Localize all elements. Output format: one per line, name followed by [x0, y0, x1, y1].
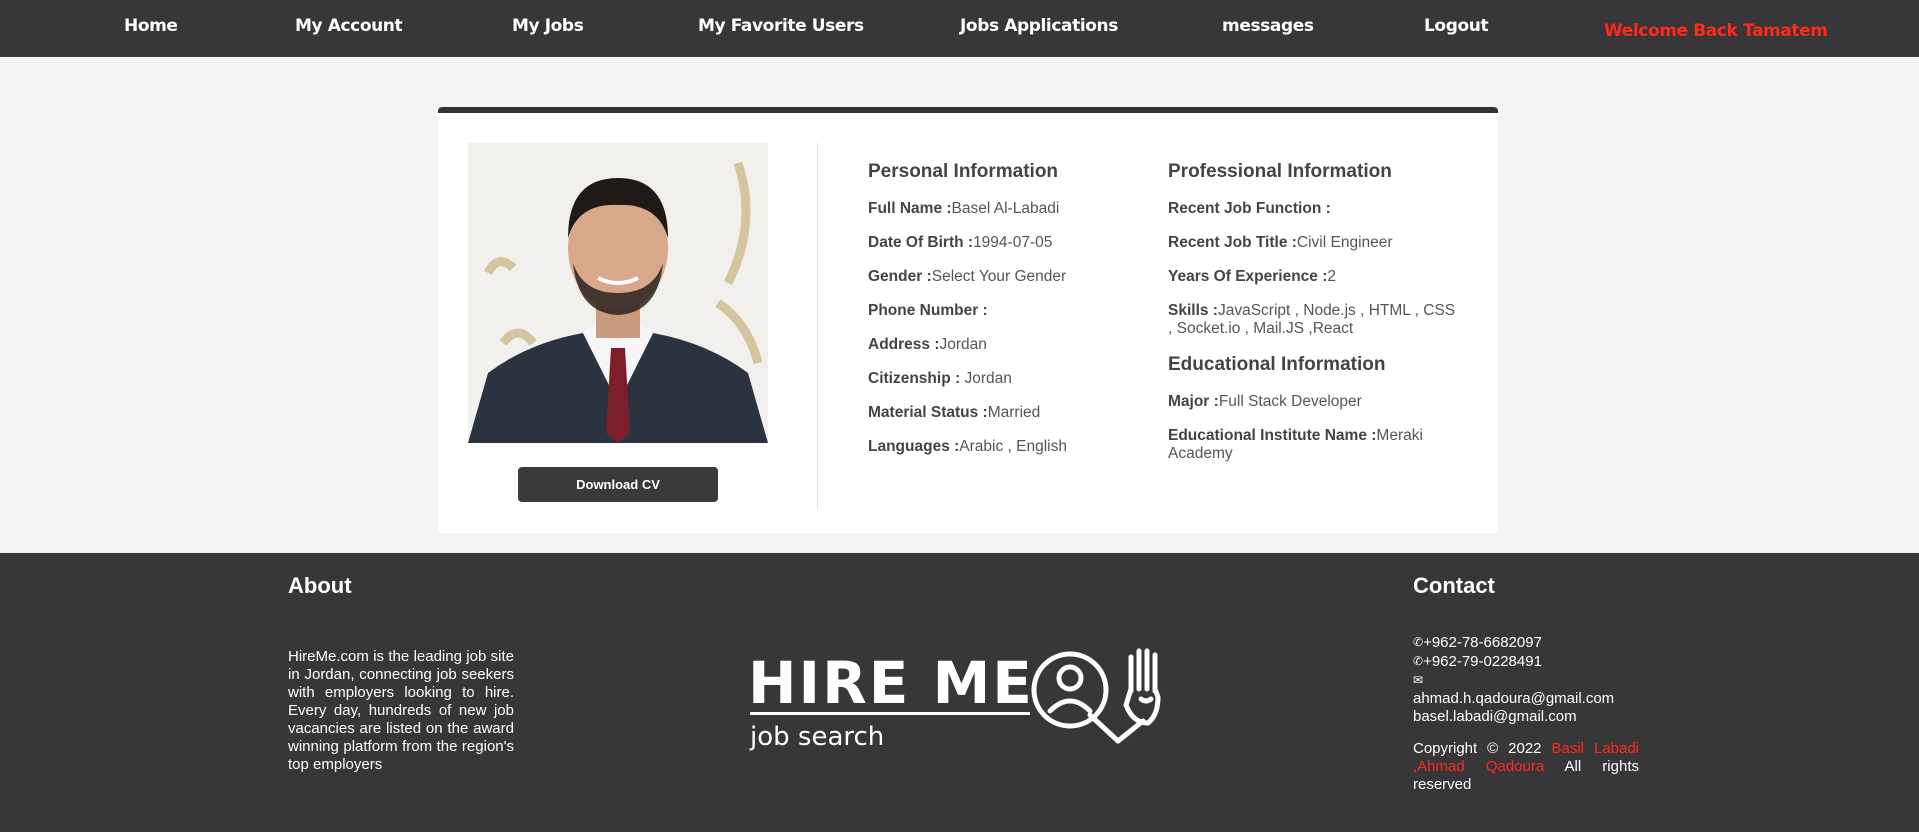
nav-my-account-link[interactable]: My Account — [295, 16, 403, 36]
envelope-icon: ✉ — [1413, 673, 1424, 687]
date-of-birth-value: 1994-07-05 — [973, 234, 1053, 251]
recent-job-function-field: Recent Job Function : — [1168, 200, 1331, 217]
skills-field: Skills :JavaScript , Node.js , HTML , CS… — [1168, 302, 1456, 337]
professional-information-title: Professional Information — [1168, 161, 1392, 182]
about-heading: About — [288, 573, 352, 598]
nav-my-jobs-link[interactable]: My Jobs — [512, 16, 584, 36]
address-field: Address :Jordan — [868, 336, 987, 353]
full-name-field: Full Name :Basel Al-Labadi — [868, 200, 1060, 217]
contact-email-2[interactable]: basel.labadi@gmail.com — [1413, 708, 1639, 726]
languages-field: Languages :Arabic , English — [868, 438, 1067, 455]
gender-field: Gender :Select Your Gender — [868, 268, 1067, 285]
years-of-experience-field: Years Of Experience :2 — [1168, 268, 1337, 285]
years-of-experience-value: 2 — [1327, 268, 1337, 285]
professional-information-section: Professional Information Recent Job Func… — [1168, 161, 1468, 479]
educational-institute-field: Educational Institute Name :Meraki Acade… — [1168, 427, 1423, 462]
copyright-text: Copyright © 2022 Basil Labadi ,Ahmad Qad… — [1413, 740, 1639, 793]
personal-information-section: Personal Information Full Name :Basel Al… — [868, 161, 1168, 472]
date-of-birth-field: Date Of Birth :1994-07-05 — [868, 234, 1053, 251]
contact-phone-1: ✆+962-78-6682097 — [1413, 634, 1542, 651]
about-text: HireMe.com is the leading job site in Jo… — [288, 648, 514, 773]
contact-details: ✆+962-78-6682097 ✆+962-79-0228491 ✉ ahma… — [1413, 633, 1639, 794]
profile-card: Download CV Personal Information Full Na… — [438, 107, 1498, 533]
contact-phone-2: ✆+962-79-0228491 — [1413, 653, 1542, 670]
logo-user-hand-icon — [1031, 648, 1161, 744]
citizenship-value: Jordan — [960, 370, 1012, 387]
major-value: Full Stack Developer — [1218, 393, 1362, 410]
profile-photo — [468, 143, 768, 443]
languages-value: Arabic , English — [959, 438, 1067, 455]
vertical-divider — [817, 143, 818, 509]
marital-status-field: Material Status :Married — [868, 404, 1041, 421]
phone-icon: ✆ — [1413, 635, 1424, 649]
phone-number-field: Phone Number : — [868, 302, 988, 319]
educational-information-title: Educational Information — [1168, 354, 1386, 375]
contact-heading: Contact — [1413, 573, 1495, 598]
major-field: Major :Full Stack Developer — [1168, 393, 1362, 410]
nav-home-link[interactable]: Home — [124, 16, 178, 36]
phone-icon: ✆ — [1413, 654, 1424, 668]
personal-information-title: Personal Information — [868, 161, 1059, 182]
recent-job-title-field: Recent Job Title :Civil Engineer — [1168, 234, 1393, 251]
address-value: Jordan — [939, 336, 987, 353]
marital-status-value: Married — [987, 404, 1041, 421]
top-navbar: Home My Account My Jobs My Favorite User… — [0, 0, 1919, 57]
logo-main-text: HIRE ME — [748, 649, 1034, 717]
contact-email-1[interactable]: ahmad.h.qadoura@gmail.com — [1413, 690, 1639, 708]
gender-value: Select Your Gender — [931, 268, 1067, 285]
recent-job-title-value: Civil Engineer — [1296, 234, 1393, 251]
site-footer: About HireMe.com is the leading job site… — [0, 553, 1919, 832]
download-cv-button[interactable]: Download CV — [518, 467, 718, 502]
nav-messages-link[interactable]: messages — [1222, 16, 1314, 36]
nav-jobs-applications-link[interactable]: Jobs Applications — [960, 16, 1118, 36]
full-name-value: Basel Al-Labadi — [951, 200, 1060, 217]
nav-my-favorite-users-link[interactable]: My Favorite Users — [698, 16, 864, 36]
nav-logout-link[interactable]: Logout — [1424, 16, 1489, 36]
welcome-message: Welcome Back Tamatem — [1604, 21, 1828, 41]
citizenship-field: Citizenship : Jordan — [868, 370, 1012, 387]
hire-me-logo: HIRE ME job search — [748, 648, 1161, 752]
logo-sub-text: job search — [749, 722, 884, 752]
